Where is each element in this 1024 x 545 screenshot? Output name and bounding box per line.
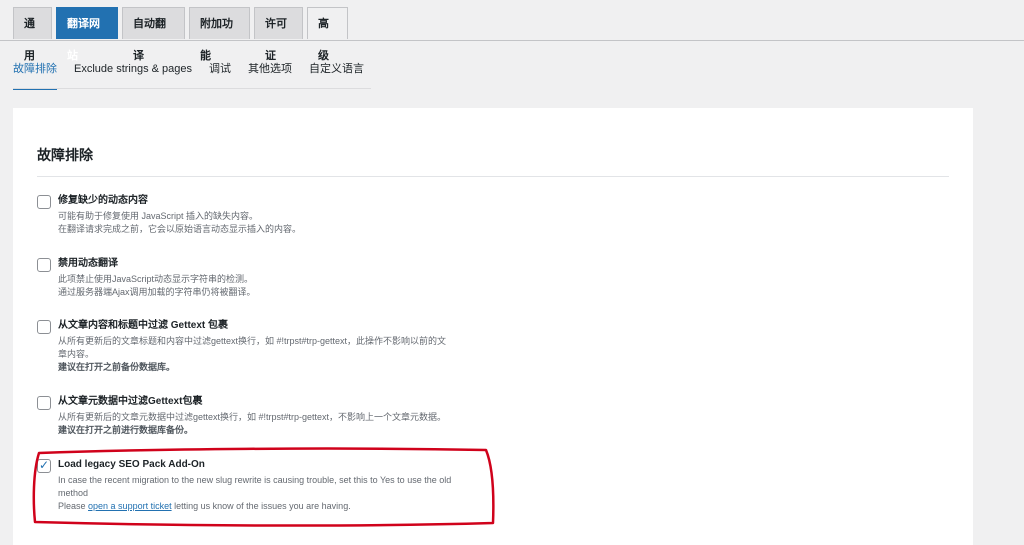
subtab-troubleshooting[interactable]: 故障排除 — [13, 60, 57, 90]
option-filter-gettext-content: 从文章内容和标题中过滤 Gettext 包裹 从所有更新后的文章标题和内容中过滤… — [37, 319, 517, 374]
option-filter-gettext-meta: 从文章元数据中过滤Gettext包裹 从所有更新后的文章元数据中过滤gettex… — [37, 395, 517, 437]
option-disable-dynamic-translation: 禁用动态翻译 此项禁止使用JavaScript动态显示字符串的检测。 通过服务器… — [37, 257, 517, 299]
panel-title: 故障排除 — [37, 147, 93, 163]
top-tab-bar: 通用 翻译网站 自动翻译 附加功能 许可证 高级 — [13, 7, 348, 62]
annotation-highlight — [32, 447, 495, 527]
checkbox-filter-gettext-content[interactable] — [37, 320, 51, 334]
tab-advanced[interactable]: 高级 — [307, 7, 348, 62]
option-title: 从文章内容和标题中过滤 Gettext 包裹 — [58, 320, 229, 331]
subtab-custom-language[interactable]: 自定义语言 — [309, 60, 364, 88]
checkbox-disable-dynamic-translation[interactable] — [37, 258, 51, 272]
option-fix-dynamic-content: 修复缺少的动态内容 可能有助于修复使用 JavaScript 插入的缺失内容。 … — [37, 194, 517, 236]
subtab-exclude-strings[interactable]: Exclude strings & pages — [74, 60, 192, 88]
panel-divider — [37, 176, 949, 177]
option-title: 修复缺少的动态内容 — [58, 195, 148, 206]
desc-line: 此项禁止使用JavaScript动态显示字符串的检测。 — [58, 274, 254, 284]
desc-line: 章内容。 — [58, 349, 95, 359]
option-description: 可能有助于修复使用 JavaScript 插入的缺失内容。 在翻译请求完成之前，… — [58, 210, 517, 236]
desc-warning: 建议在打开之前进行数据库备份。 — [58, 425, 194, 435]
desc-line: 从所有更新后的文章标题和内容中过滤gettext换行，如 #!trpst#trp… — [58, 336, 447, 346]
option-description: 从所有更新后的文章标题和内容中过滤gettext换行，如 #!trpst#trp… — [58, 335, 517, 374]
option-title: 禁用动态翻译 — [58, 258, 118, 269]
tab-license[interactable]: 许可证 — [254, 7, 303, 62]
subtab-divider — [13, 88, 371, 89]
tab-auto-translate[interactable]: 自动翻译 — [122, 7, 185, 62]
sub-tab-bar: 故障排除 Exclude strings & pages 调试 其他选项 自定义… — [13, 60, 381, 90]
checkbox-filter-gettext-meta[interactable] — [37, 396, 51, 410]
checkbox-fix-dynamic-content[interactable] — [37, 195, 51, 209]
desc-line: 从所有更新后的文章元数据中过滤gettext换行，如 #!trpst#trp-g… — [58, 412, 447, 422]
desc-warning: 建议在打开之前备份数据库。 — [58, 362, 176, 372]
option-description: 此项禁止使用JavaScript动态显示字符串的检测。 通过服务器端Ajax调用… — [58, 273, 517, 299]
subtab-other-options[interactable]: 其他选项 — [248, 60, 292, 88]
subtab-debug[interactable]: 调试 — [209, 60, 231, 88]
desc-line: 通过服务器端Ajax调用加载的字符串仍将被翻译。 — [58, 287, 256, 297]
tab-translate-site[interactable]: 翻译网站 — [56, 7, 118, 62]
desc-line: 在翻译请求完成之前，它会以原始语言动态显示插入的内容。 — [58, 224, 302, 234]
tab-general[interactable]: 通用 — [13, 7, 52, 62]
option-title: 从文章元数据中过滤Gettext包裹 — [58, 396, 203, 407]
desc-line: 可能有助于修复使用 JavaScript 插入的缺失内容。 — [58, 211, 259, 221]
tab-addons[interactable]: 附加功能 — [189, 7, 250, 62]
tab-divider — [0, 40, 1024, 41]
option-description: 从所有更新后的文章元数据中过滤gettext换行，如 #!trpst#trp-g… — [58, 411, 517, 437]
